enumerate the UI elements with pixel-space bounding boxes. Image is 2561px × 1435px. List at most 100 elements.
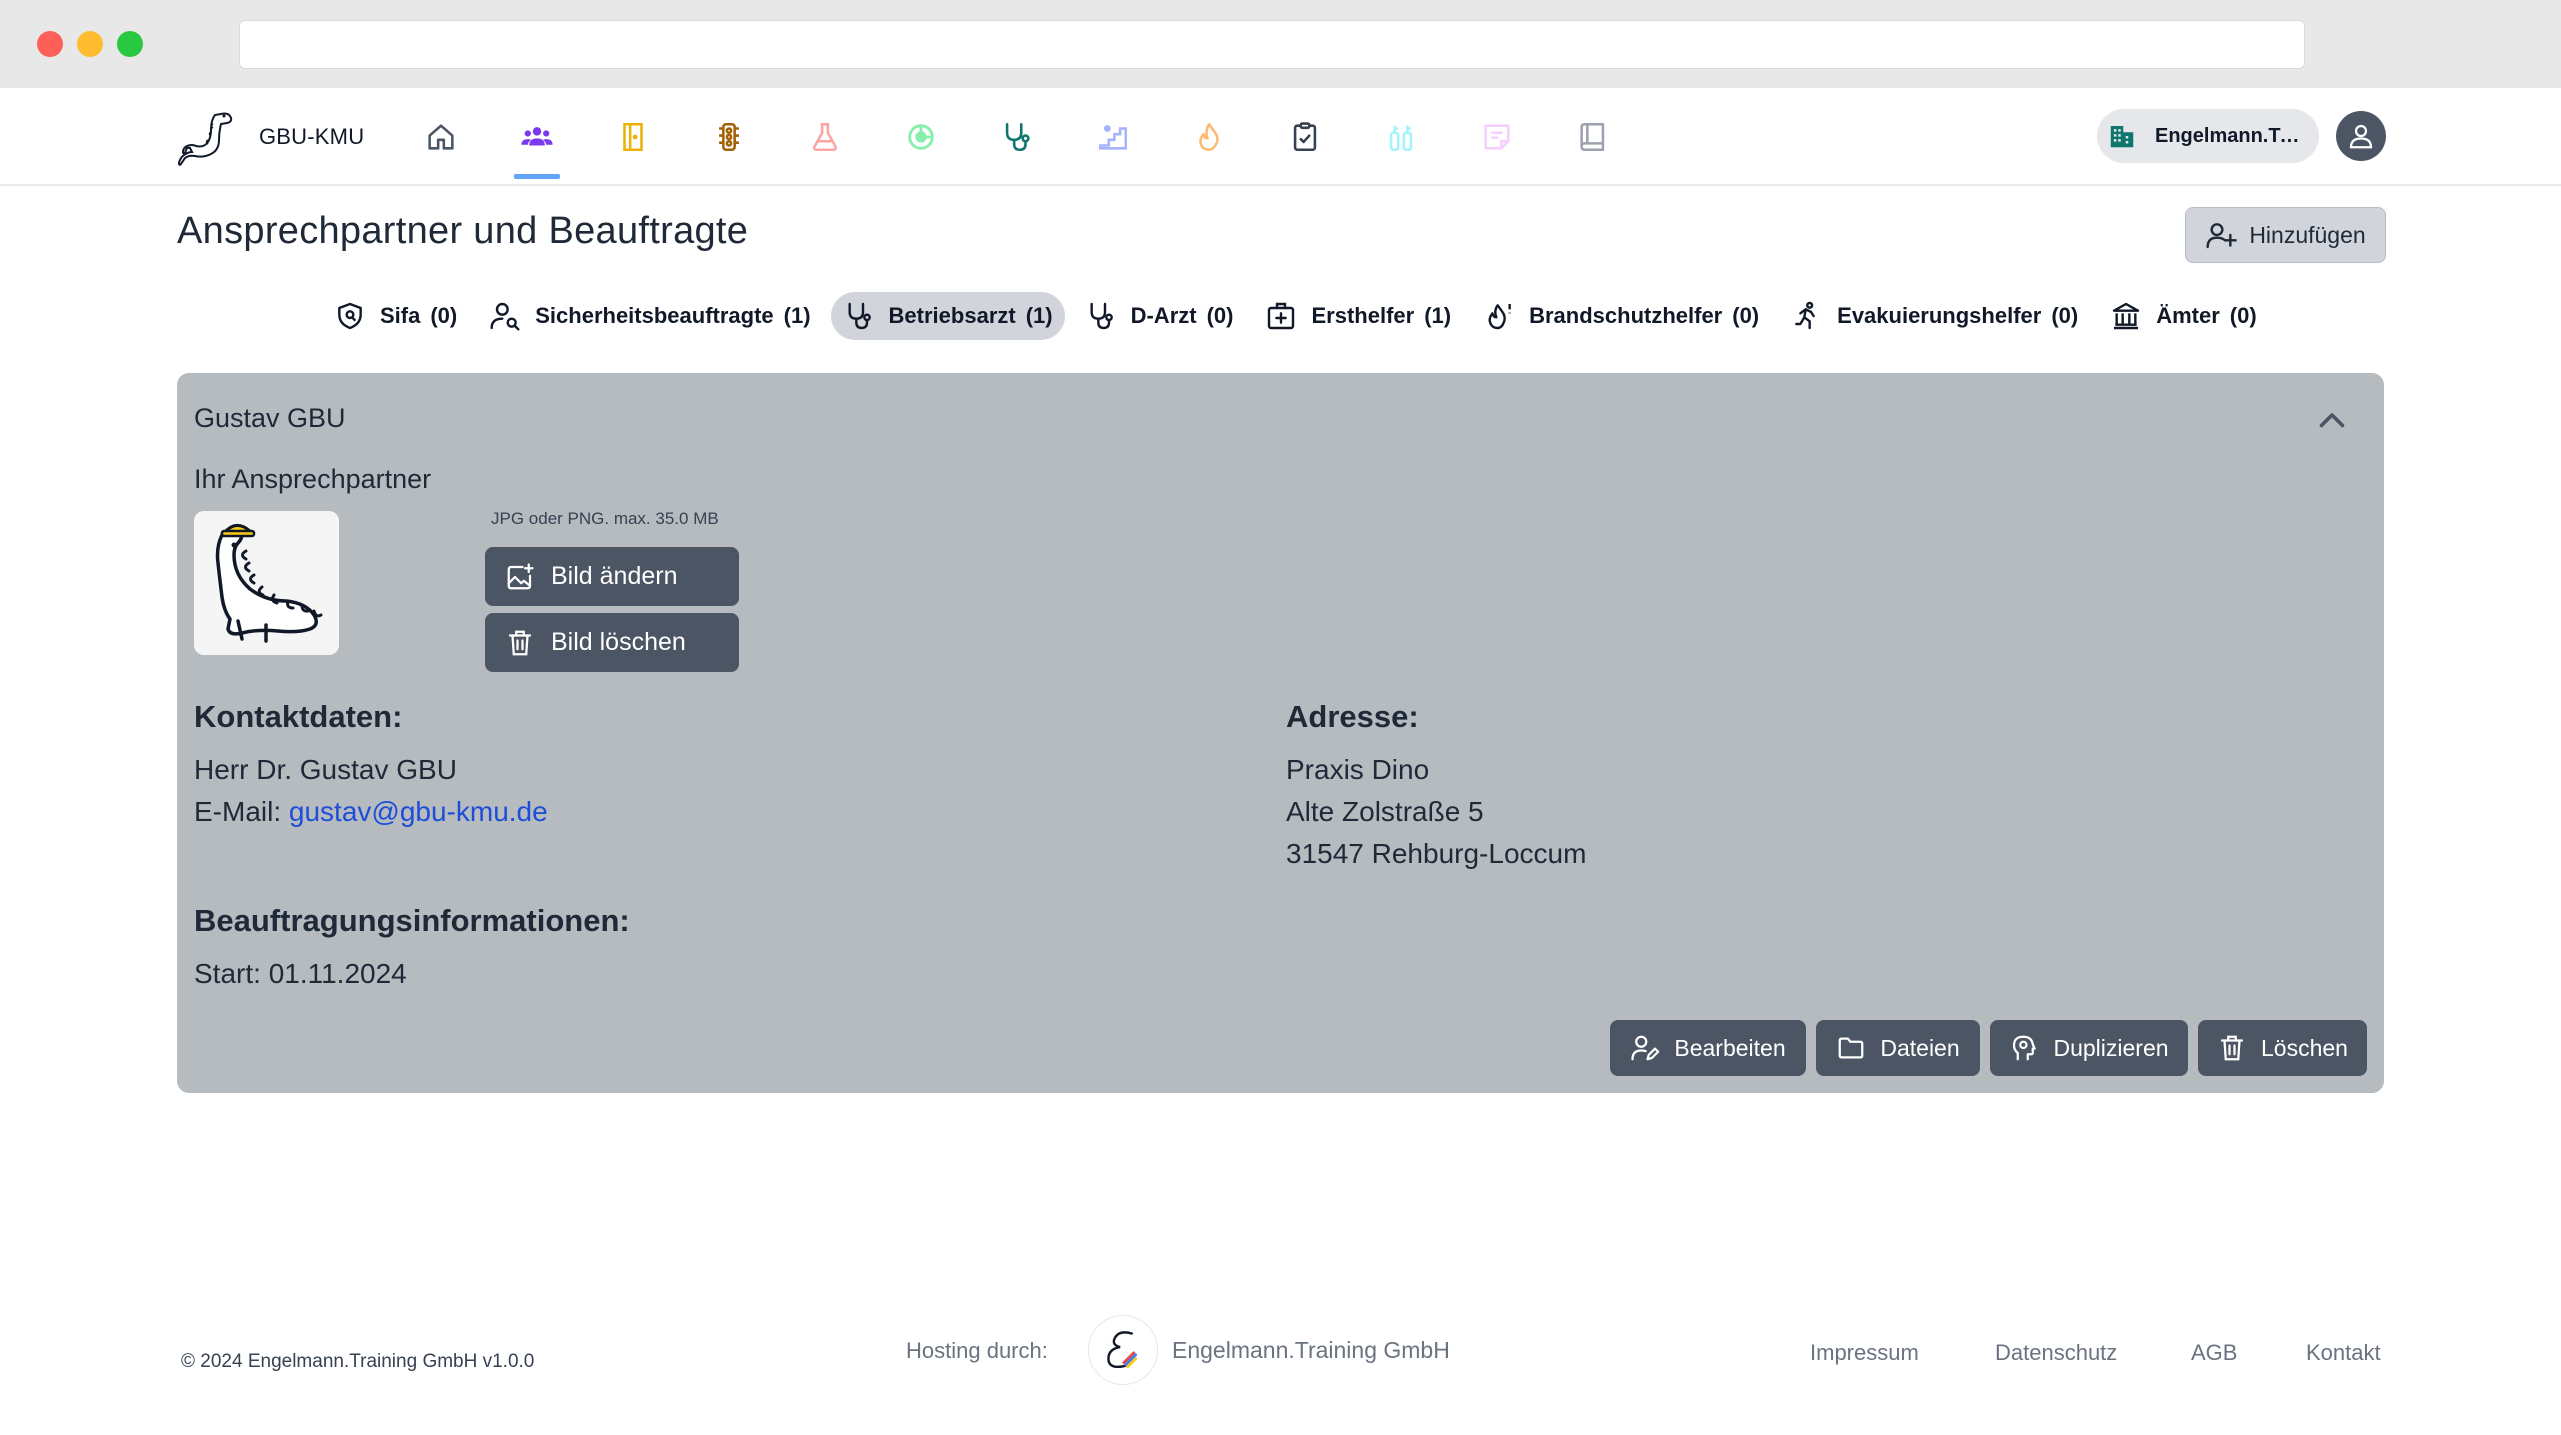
tab-count: (0)	[2229, 303, 2257, 328]
footer-link-imprint[interactable]: Impressum	[1810, 1340, 1919, 1366]
home-icon	[428, 124, 454, 150]
tab-label: Brandschutzhelfer	[1529, 303, 1723, 328]
tab-label: Sifa	[380, 303, 421, 328]
files-button[interactable]: Dateien	[1816, 1020, 1980, 1076]
assignment-heading: Beauftragungsinformationen:	[194, 903, 630, 938]
trash-icon	[2220, 1035, 2244, 1061]
tab-count: (0)	[1206, 303, 1234, 328]
delete-label: Löschen	[2261, 1034, 2348, 1061]
window-close-button[interactable]	[37, 31, 63, 57]
company-name: Engelmann.Trai...	[2155, 124, 2305, 147]
nav-statistics[interactable]	[873, 106, 969, 168]
nav-traffic[interactable]	[681, 106, 777, 168]
contact-name: Gustav GBU	[194, 403, 346, 433]
user-edit-icon	[1631, 1035, 1660, 1061]
first-aid-icon	[1268, 302, 1295, 330]
fire-extinguisher-icon	[1389, 125, 1413, 152]
dino-avatar-icon	[215, 524, 323, 643]
upload-hint: JPG oder PNG. max. 35.0 MB	[491, 509, 719, 528]
nav-home[interactable]	[393, 106, 489, 168]
tab-count: (1)	[1025, 303, 1053, 328]
delete-button[interactable]: Löschen	[2198, 1020, 2367, 1076]
tab-safety-officer[interactable]: Sicherheitsbeauftragte (1)	[477, 292, 822, 340]
address-line-1: Praxis Dino	[1286, 754, 1430, 785]
nav-rooms[interactable]	[585, 106, 681, 168]
contact-photo	[194, 511, 339, 655]
nav-stairs[interactable]	[1065, 106, 1161, 168]
tab-label: Betriebsarzt	[888, 303, 1016, 328]
user-search-icon	[490, 302, 520, 331]
building-icon	[2110, 126, 2134, 148]
chevron-up-icon[interactable]	[2314, 403, 2350, 439]
user-menu-button[interactable]	[2336, 111, 2386, 161]
email-link[interactable]: gustav@gbu-kmu.de	[289, 796, 548, 827]
address-line-2: Alte Zolstraße 5	[1286, 796, 1484, 827]
address-heading: Adresse:	[1286, 699, 1419, 734]
trash-icon	[508, 630, 532, 655]
delete-image-label: Bild löschen	[551, 628, 686, 656]
contact-heading: Kontaktdaten:	[194, 699, 403, 734]
engelmann-logo-icon[interactable]	[1088, 1315, 1158, 1385]
stethoscope-icon	[848, 302, 871, 330]
nav-extinguisher[interactable]	[1353, 106, 1449, 168]
add-button[interactable]: Hinzufügen	[2185, 207, 2386, 263]
duplicate-button[interactable]: Duplizieren	[1990, 1020, 2188, 1076]
fire-alert-icon	[1488, 304, 1511, 330]
app-name: GBU-KMU	[259, 124, 365, 149]
page-title: Ansprechpartner und Beauftragte	[177, 210, 749, 252]
tab-authorities[interactable]: Ämter (0)	[2098, 292, 2268, 340]
footer-link-terms[interactable]: AGB	[2191, 1340, 2237, 1366]
delete-image-button[interactable]: Bild löschen	[485, 613, 739, 672]
nav-fire[interactable]	[1161, 106, 1257, 168]
folder-icon	[1838, 1037, 1864, 1059]
nav-checklist[interactable]	[1257, 106, 1353, 168]
assignment-start: Start: 01.11.2024	[194, 958, 407, 989]
nav-medical[interactable]	[969, 106, 1065, 168]
stairs-icon	[1098, 125, 1128, 150]
user-icon	[2349, 124, 2373, 149]
tab-label: Ersthelfer	[1311, 303, 1415, 328]
nav-contacts[interactable]	[489, 106, 585, 179]
notes-icon	[1484, 124, 1510, 150]
add-button-label: Hinzufügen	[2249, 221, 2366, 248]
tab-company-doctor[interactable]: Betriebsarzt (1)	[830, 292, 1065, 340]
flask-icon	[812, 122, 838, 152]
tab-first-aider[interactable]: Ersthelfer (1)	[1253, 292, 1463, 340]
nav-notes[interactable]	[1449, 106, 1545, 168]
tab-label: D-Arzt	[1130, 303, 1197, 328]
window-maximize-button[interactable]	[117, 31, 143, 57]
address-bar[interactable]	[239, 20, 2305, 69]
traffic-light-icon	[719, 122, 739, 152]
files-label: Dateien	[1880, 1034, 1960, 1061]
tab-evacuation-helper[interactable]: Evakuierungshelfer (0)	[1779, 292, 2090, 340]
tab-count: (0)	[430, 303, 458, 328]
footer-link-contact[interactable]: Kontakt	[2306, 1340, 2381, 1366]
shield-icon	[338, 302, 362, 330]
tab-count: (1)	[1424, 303, 1452, 328]
address-line-3: 31547 Rehburg-Loccum	[1286, 838, 1587, 869]
contact-email-line: E-Mail: gustav@gbu-kmu.de	[194, 796, 548, 828]
duplicate-label: Duplizieren	[2053, 1034, 2169, 1061]
edit-label: Bearbeiten	[1674, 1034, 1786, 1061]
head-profile-icon	[2013, 1035, 2037, 1061]
tab-d-arzt[interactable]: D-Arzt (0)	[1073, 292, 1246, 340]
top-navigation: GBU-KMU Engelmann.Trai...	[0, 88, 2561, 186]
nav-hazardous[interactable]	[777, 106, 873, 168]
tab-fire-warden[interactable]: Brandschutzhelfer (0)	[1471, 292, 1771, 340]
footer-hosting-company[interactable]: Engelmann.Training GmbH	[1172, 1337, 1450, 1364]
edit-button[interactable]: Bearbeiten	[1610, 1020, 1806, 1076]
building-columns-icon	[2113, 302, 2140, 330]
footer-link-privacy[interactable]: Datenschutz	[1995, 1340, 2117, 1366]
tab-sifa[interactable]: Sifa (0)	[322, 292, 469, 340]
nav-library[interactable]	[1545, 106, 1641, 168]
dino-logo-icon	[177, 112, 233, 166]
company-switcher[interactable]: Engelmann.Trai...	[2097, 109, 2319, 163]
module-nav	[393, 106, 1641, 179]
stethoscope-icon	[1090, 302, 1113, 330]
tab-label: Ämter	[2156, 303, 2220, 328]
brand[interactable]: GBU-KMU	[177, 106, 364, 168]
tab-count: (0)	[1732, 303, 1760, 328]
change-image-button[interactable]: Bild ändern	[485, 547, 739, 606]
window-minimize-button[interactable]	[77, 31, 103, 57]
clipboard-check-icon	[1293, 122, 1317, 152]
